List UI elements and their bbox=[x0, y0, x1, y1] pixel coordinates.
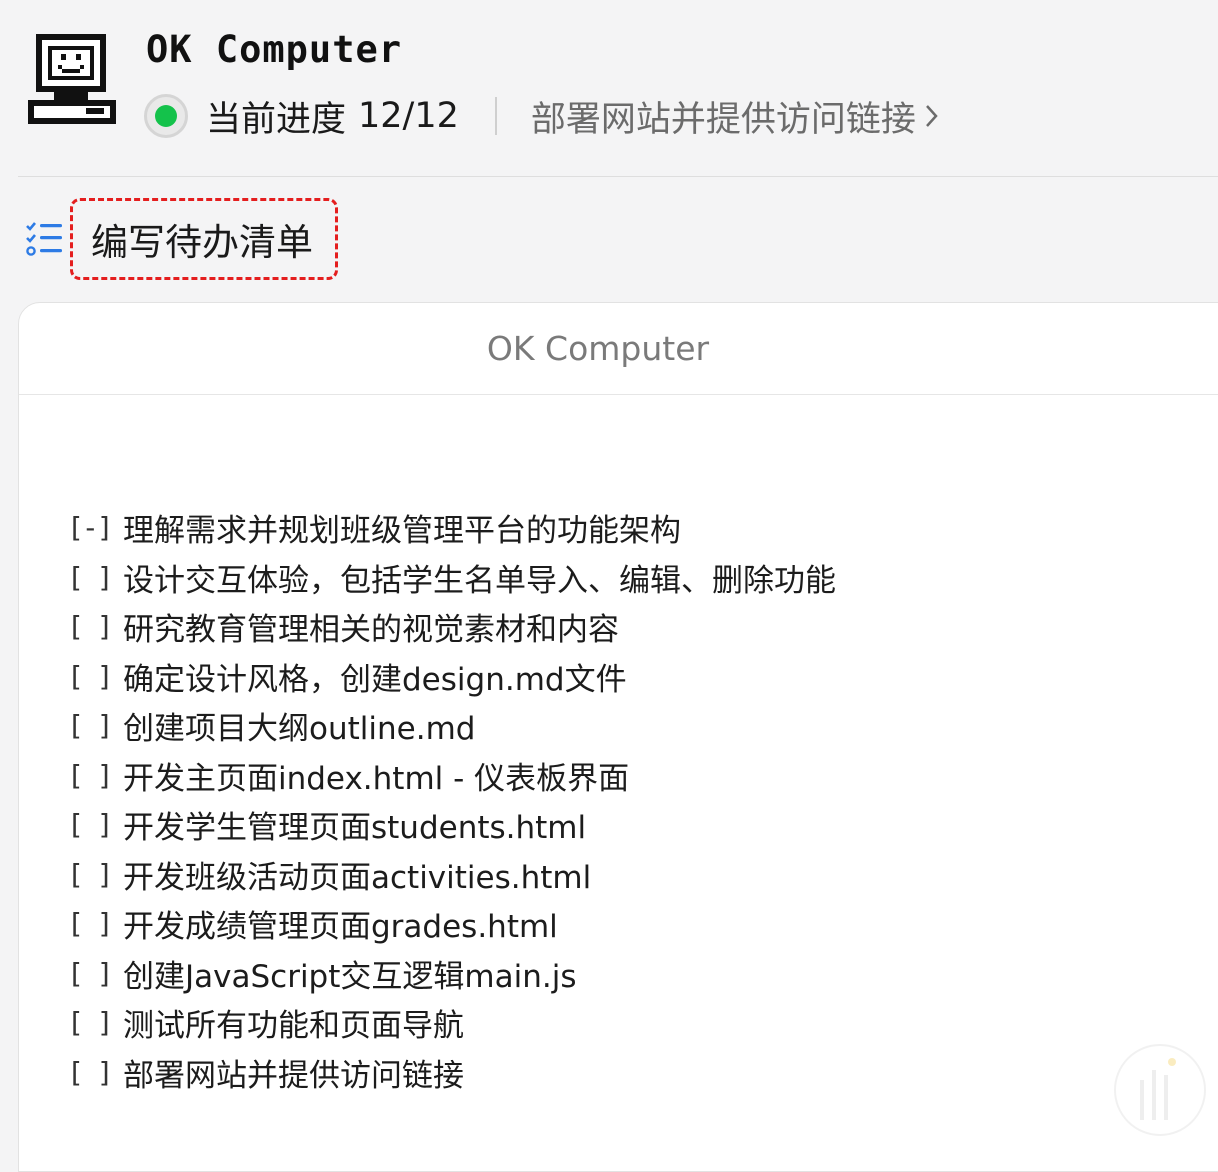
todo-item: [ ] 开发学生管理页面students.html bbox=[67, 800, 836, 850]
todo-checkbox: [ ] bbox=[67, 709, 114, 743]
todo-item: [ ] 开发成绩管理页面grades.html bbox=[67, 899, 836, 949]
retro-computer-icon bbox=[28, 34, 116, 124]
todo-item-text: 创建项目大纲outline.md bbox=[123, 711, 476, 748]
current-step-label: 部署网站并提供访问链接 bbox=[530, 99, 916, 140]
header: OK Computer 当前进度 12/12 部署网站并提供访问链接 bbox=[0, 0, 1218, 176]
todo-item-text: 设计交互体验，包括学生名单导入、编辑、删除功能 bbox=[123, 562, 836, 599]
todo-checkbox: [ ] bbox=[67, 758, 114, 792]
todo-checkbox: [ ] bbox=[67, 659, 114, 693]
todo-checkbox: [ ] bbox=[67, 808, 114, 842]
todo-item: [ ] 研究教育管理相关的视觉素材和内容 bbox=[67, 602, 836, 652]
panel-title: OK Computer bbox=[486, 329, 710, 368]
todo-item: [ ] 创建JavaScript交互逻辑main.js bbox=[67, 949, 836, 999]
todo-item: [ ] 测试所有功能和页面导航 bbox=[67, 998, 836, 1048]
status-row: 当前进度 12/12 部署网站并提供访问链接 bbox=[144, 91, 940, 142]
status-separator bbox=[494, 97, 497, 135]
todo-item: [ ] 开发班级活动页面activities.html bbox=[67, 850, 836, 900]
todo-panel: OK Computer [-] 理解需求并规划班级管理平台的功能架构 [ ] 设计交… bbox=[18, 302, 1218, 1172]
todo-item-text: 测试所有功能和页面导航 bbox=[123, 1008, 464, 1045]
todo-checkbox: [ ] bbox=[67, 907, 114, 941]
todo-checkbox: [ ] bbox=[67, 956, 114, 990]
current-step-link[interactable]: 部署网站并提供访问链接 bbox=[531, 91, 940, 142]
todo-checkbox: [ ] bbox=[67, 560, 114, 594]
todo-item: [ ] 创建项目大纲outline.md bbox=[67, 701, 836, 751]
chevron-right-icon bbox=[925, 105, 938, 127]
todo-item-text: 开发学生管理页面students.html bbox=[123, 810, 587, 847]
todo-item-text: 部署网站并提供访问链接 bbox=[123, 1057, 464, 1094]
status-dot-icon bbox=[144, 94, 188, 138]
header-divider bbox=[18, 176, 1218, 177]
app-title: OK Computer bbox=[146, 28, 403, 71]
todo-checkbox: [ ] bbox=[67, 610, 114, 644]
todo-checkbox: [-] bbox=[67, 511, 114, 545]
todo-checkbox: [ ] bbox=[67, 857, 114, 891]
panel-header: OK Computer bbox=[19, 303, 1218, 395]
todo-item: [ ] 开发主页面index.html - 仪表板界面 bbox=[67, 751, 836, 801]
todo-item-text: 确定设计风格，创建design.md文件 bbox=[123, 661, 627, 698]
todo-checkbox: [ ] bbox=[67, 1006, 114, 1040]
watermark-icon bbox=[1114, 1044, 1206, 1136]
todo-heading[interactable]: 编写待办清单 bbox=[24, 198, 338, 280]
todo-item-text: 开发成绩管理页面grades.html bbox=[123, 909, 558, 946]
todo-item: [ ] 设计交互体验，包括学生名单导入、编辑、删除功能 bbox=[67, 553, 836, 603]
todo-list: [-] 理解需求并规划班级管理平台的功能架构 [ ] 设计交互体验，包括学生名单导入… bbox=[67, 503, 836, 1097]
todo-item: [-] 理解需求并规划班级管理平台的功能架构 bbox=[67, 503, 836, 553]
progress-value: 12/12 bbox=[358, 96, 459, 136]
todo-item: [ ] 部署网站并提供访问链接 bbox=[67, 1048, 836, 1098]
todo-item-text: 开发主页面index.html - 仪表板界面 bbox=[123, 760, 630, 797]
checklist-icon bbox=[26, 222, 62, 256]
todo-heading-label: 编写待办清单 bbox=[70, 198, 338, 280]
todo-checkbox: [ ] bbox=[67, 1055, 114, 1089]
todo-item-text: 创建JavaScript交互逻辑main.js bbox=[123, 958, 577, 995]
progress-label: 当前进度 bbox=[206, 99, 347, 140]
todo-item-text: 理解需求并规划班级管理平台的功能架构 bbox=[123, 513, 681, 550]
todo-item-text: 开发班级活动页面activities.html bbox=[123, 859, 592, 896]
todo-item-text: 研究教育管理相关的视觉素材和内容 bbox=[123, 612, 619, 649]
todo-item: [ ] 确定设计风格，创建design.md文件 bbox=[67, 652, 836, 702]
